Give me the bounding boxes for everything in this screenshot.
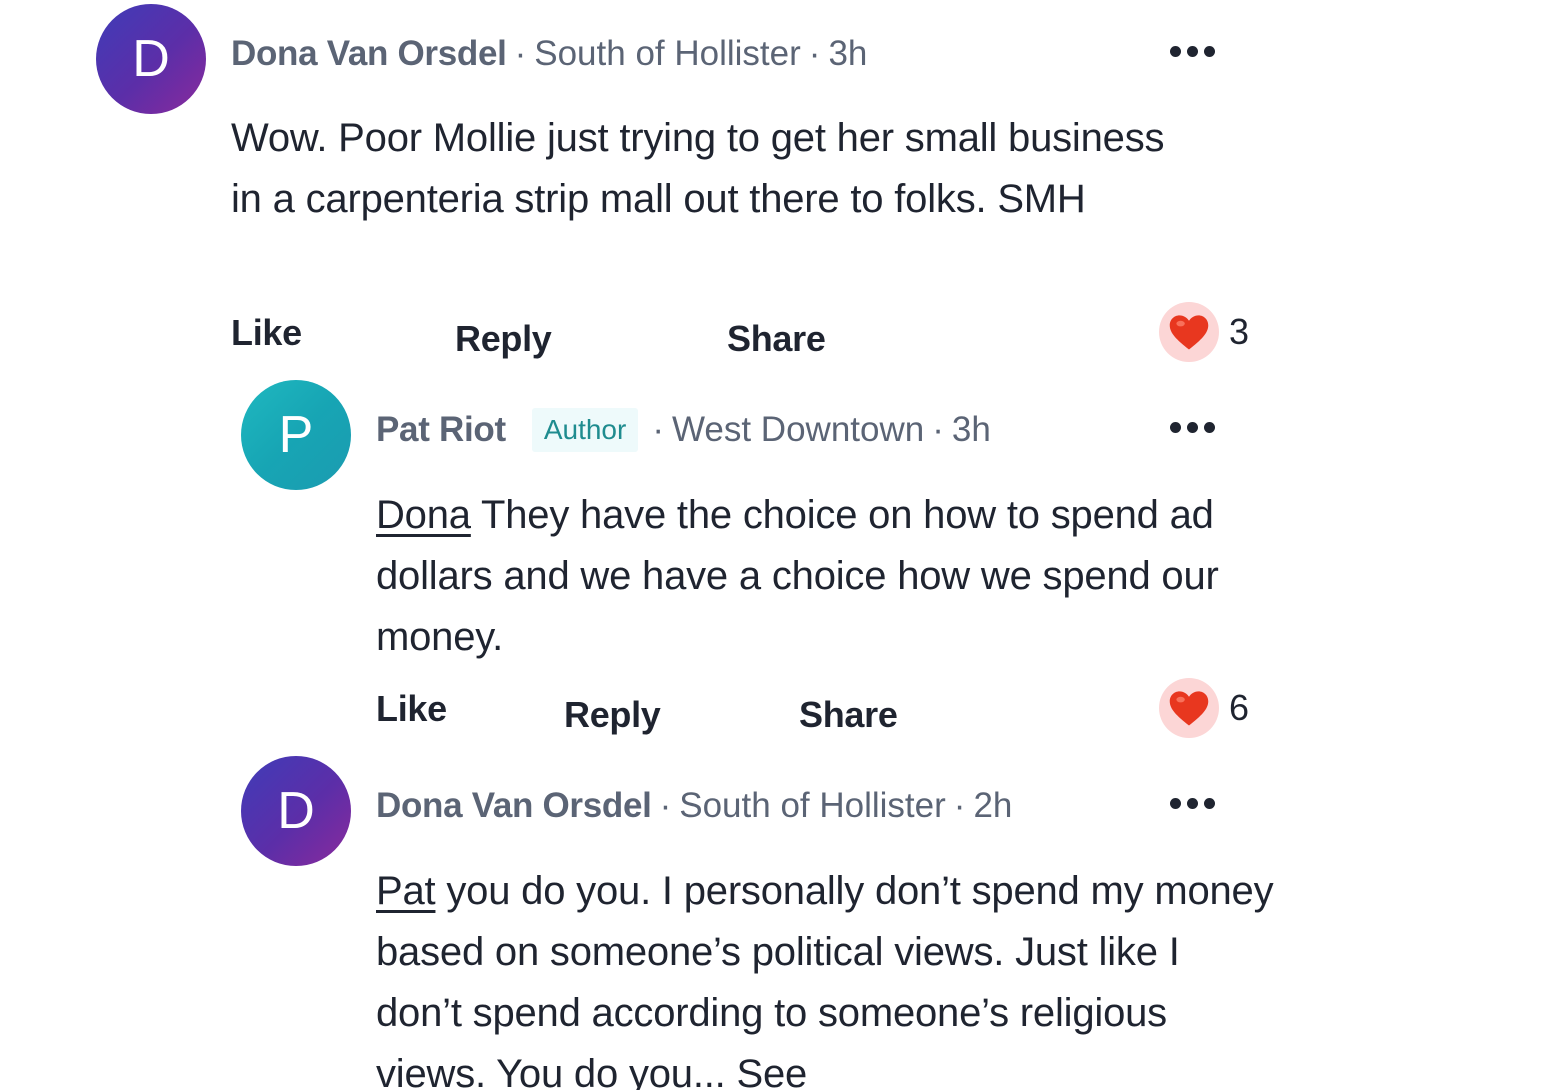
comment-header: Dona Van Orsdel · South of Hollister · 3…	[231, 30, 867, 78]
reaction-summary[interactable]: 3	[1159, 302, 1249, 362]
avatar[interactable]: P	[241, 380, 351, 490]
more-horizontal-icon	[1170, 798, 1181, 809]
reply-comment: D Dona Van Orsdel · South of Hollister ·…	[0, 750, 1544, 1090]
meta-separator: ·	[953, 786, 966, 825]
meta-separator: ·	[652, 410, 664, 449]
comments-thread: D Dona Van Orsdel · South of Hollister ·…	[0, 0, 1544, 1090]
reaction-bubble	[1159, 302, 1219, 362]
reply-comment: P Pat Riot Author · West Downtown · 3h D…	[0, 370, 1544, 750]
mention-link[interactable]: Pat	[376, 869, 436, 913]
comment-text: Wow. Poor Mollie just trying to get her …	[231, 116, 1165, 221]
author-name[interactable]: Pat Riot	[376, 410, 506, 450]
reaction-count: 6	[1229, 687, 1250, 728]
author-name[interactable]: Dona Van Orsdel	[376, 786, 652, 826]
share-button[interactable]: Share	[799, 694, 898, 736]
meta-separator: ·	[932, 410, 944, 449]
comment-body: Wow. Poor Mollie just trying to get her …	[231, 108, 1191, 230]
more-options-button[interactable]	[1170, 798, 1215, 809]
timestamp: 2h	[973, 786, 1013, 825]
like-button[interactable]: Like	[231, 312, 302, 354]
timestamp: 3h	[951, 410, 991, 449]
neighborhood[interactable]: South of Hollister	[679, 786, 946, 826]
like-button[interactable]: Like	[376, 688, 447, 730]
meta-separator: ·	[514, 34, 527, 73]
see-more-link[interactable]: See	[726, 1052, 807, 1090]
share-button[interactable]: Share	[727, 318, 826, 360]
comment-header: Pat Riot Author · West Downtown · 3h	[376, 406, 991, 454]
avatar[interactable]: D	[241, 756, 351, 866]
author-badge: Author	[531, 408, 639, 452]
reaction-summary[interactable]: 6	[1159, 678, 1249, 738]
author-name[interactable]: Dona Van Orsdel	[231, 34, 507, 74]
avatar[interactable]: D	[96, 4, 206, 114]
meta-separator: ·	[659, 786, 672, 825]
heart-icon	[1169, 315, 1209, 350]
reply-button[interactable]: Reply	[455, 318, 552, 360]
reaction-bubble	[1159, 678, 1219, 738]
more-horizontal-icon	[1170, 46, 1181, 57]
comment-text: They have the choice on how to spend ad …	[376, 493, 1219, 659]
avatar-letter: D	[132, 30, 170, 88]
meta-separator: ·	[808, 34, 821, 73]
mention-link[interactable]: Dona	[376, 493, 471, 537]
more-options-button[interactable]	[1170, 46, 1215, 57]
more-horizontal-icon	[1170, 422, 1181, 433]
timestamp: 3h	[828, 34, 868, 73]
comment-header: Dona Van Orsdel · South of Hollister · 2…	[376, 782, 1012, 830]
avatar-letter: P	[278, 406, 314, 464]
reply-button[interactable]: Reply	[564, 694, 661, 736]
neighborhood[interactable]: South of Hollister	[534, 34, 801, 74]
comment-body: Dona They have the choice on how to spen…	[376, 485, 1276, 668]
comment-text: you do you. I personally don’t spend my …	[376, 869, 1274, 1090]
avatar-letter: D	[277, 782, 315, 840]
comment: D Dona Van Orsdel · South of Hollister ·…	[0, 0, 1544, 370]
reaction-count: 3	[1229, 311, 1250, 352]
heart-icon	[1169, 691, 1209, 726]
more-options-button[interactable]	[1170, 422, 1215, 433]
comment-body: Pat you do you. I personally don’t spend…	[376, 861, 1276, 1090]
neighborhood[interactable]: West Downtown	[672, 410, 924, 450]
